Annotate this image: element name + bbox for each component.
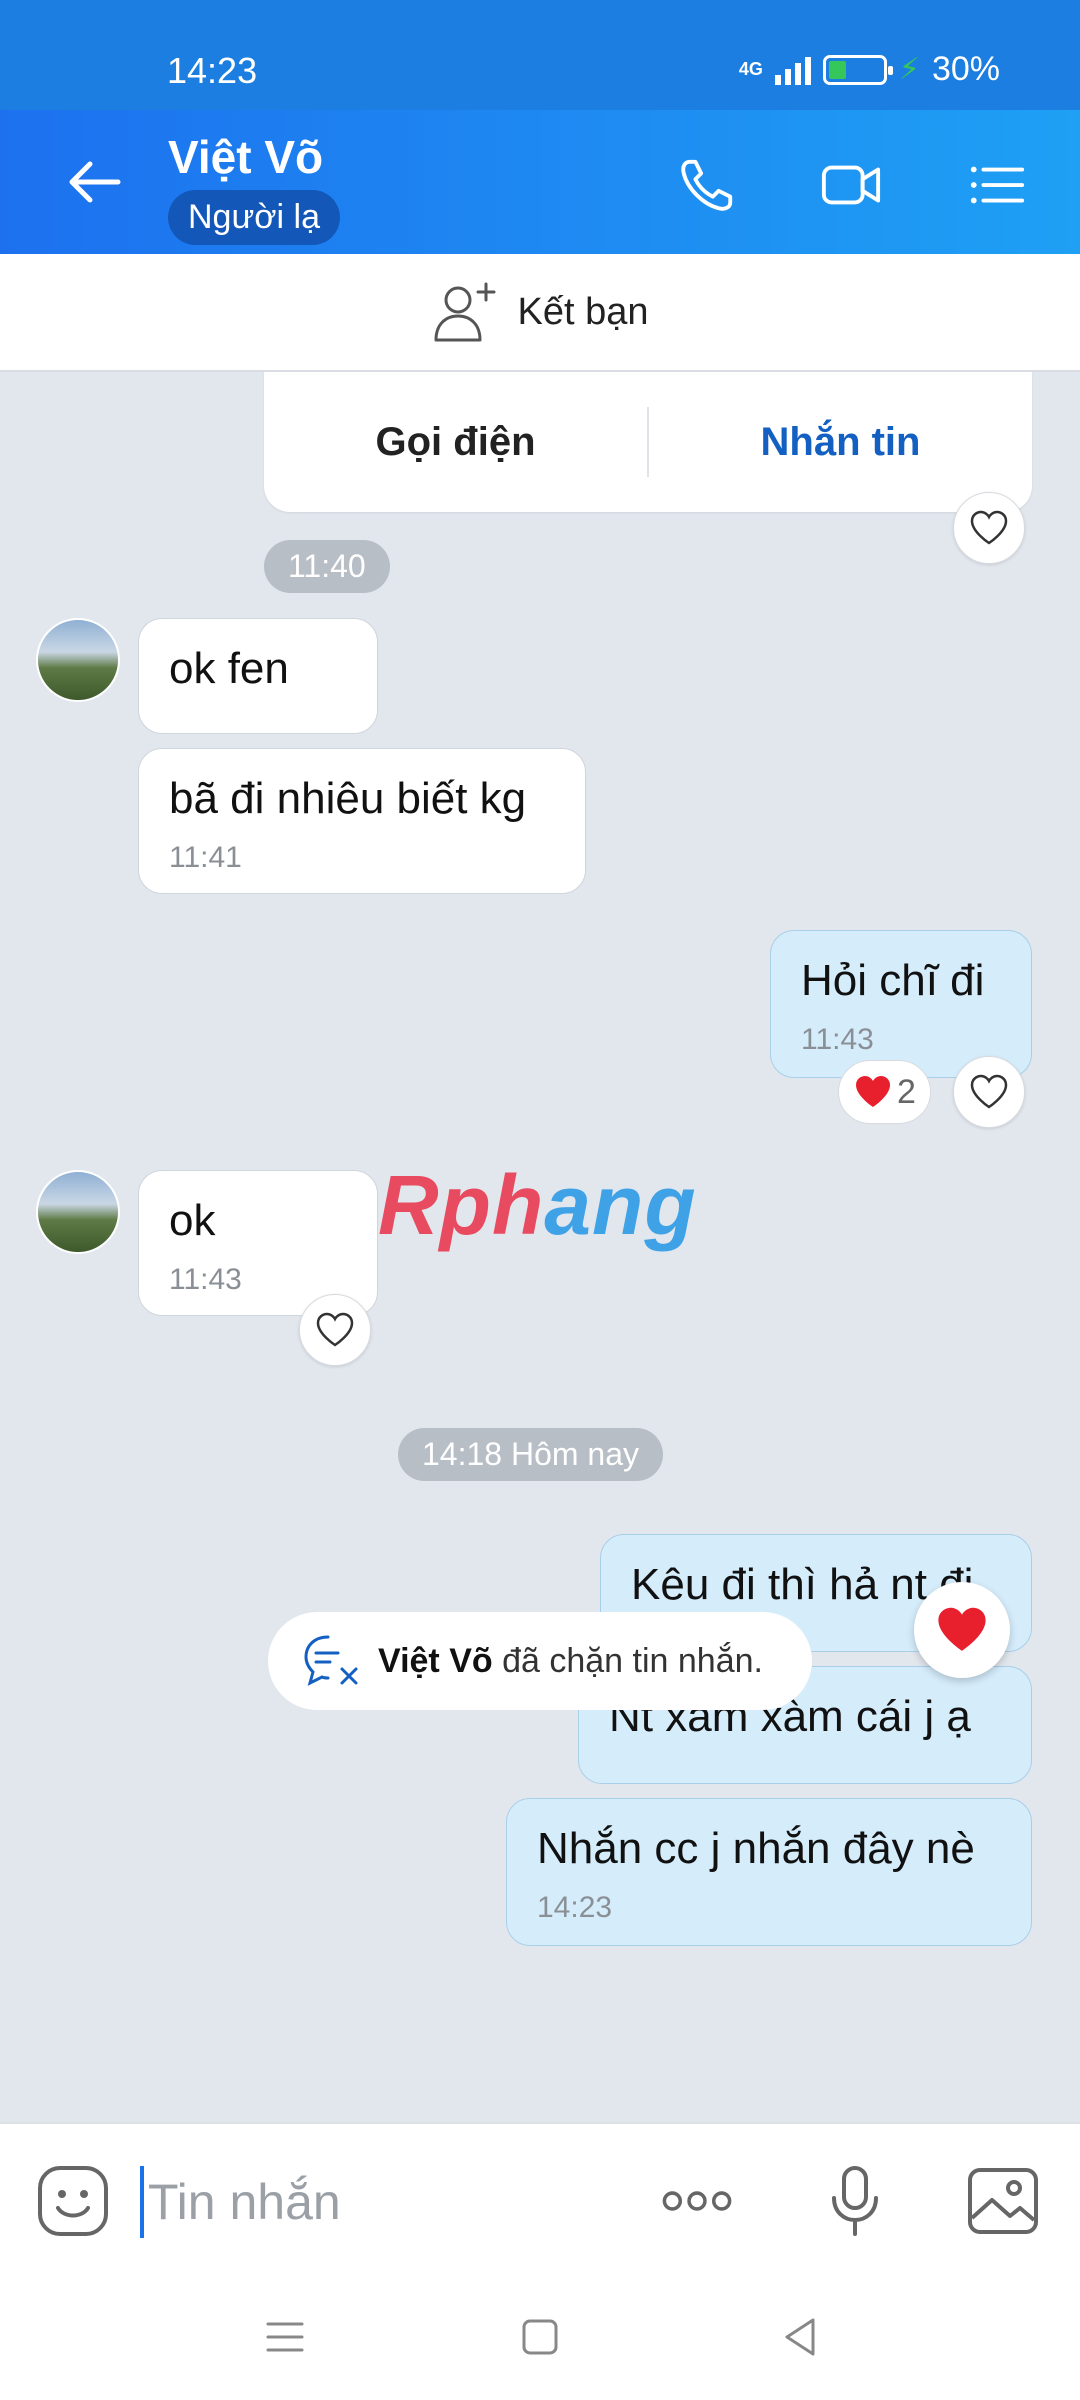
watermark: Rphang — [378, 1157, 697, 1254]
add-friend-icon — [434, 282, 495, 342]
blocked-message: đã chặn tin nhắn. — [492, 1641, 763, 1680]
home-icon[interactable] — [515, 2312, 565, 2362]
status-time: 14:23 — [167, 50, 258, 91]
message-text: bã đi nhiêu biết kg — [169, 774, 527, 823]
react-heart-button[interactable] — [953, 1056, 1025, 1128]
phone-icon[interactable] — [676, 154, 738, 216]
chat-area[interactable]: Gọi điện Nhắn tin 11:40 ok fen bã đi nhi… — [0, 372, 1080, 2122]
contact-name[interactable]: Việt Võ — [168, 130, 323, 184]
composer-bar — [0, 2122, 1080, 2274]
react-heart-button[interactable] — [299, 1294, 371, 1366]
blocked-name: Việt Võ — [378, 1641, 493, 1680]
status-bar: 14:23 4G ⚡ 30% — [0, 0, 1080, 110]
quick-heart-button[interactable] — [914, 1582, 1010, 1678]
status-indicators: 4G ⚡ 30% — [739, 50, 1000, 89]
watermark-right: ang — [544, 1158, 697, 1252]
message-button[interactable]: Nhắn tin — [649, 420, 1032, 465]
charging-icon: ⚡ — [898, 53, 920, 86]
message-input[interactable] — [140, 2166, 620, 2238]
reaction-count: 2 — [897, 1072, 916, 1111]
chat-header: Việt Võ Người lạ — [0, 110, 1080, 254]
microphone-icon[interactable] — [818, 2164, 892, 2238]
message-time: 14:23 — [537, 1890, 613, 1924]
watermark-left: Rph — [378, 1158, 545, 1252]
message-time: 11:43 — [801, 1022, 874, 1056]
message-text: ok — [169, 1196, 216, 1245]
network-label: 4G — [738, 59, 763, 79]
recent-apps-icon[interactable] — [260, 2312, 310, 2362]
heart-icon — [316, 1312, 354, 1347]
heart-icon — [856, 1076, 890, 1107]
message-time: 11:41 — [169, 840, 242, 874]
time-divider: 14:18 Hôm nay — [398, 1428, 664, 1481]
menu-icon[interactable] — [966, 154, 1028, 216]
battery-icon — [822, 54, 893, 85]
call-card: Gọi điện Nhắn tin — [264, 372, 1032, 512]
emoji-icon[interactable] — [36, 2164, 110, 2238]
message-text: ok fen — [169, 644, 289, 693]
react-heart-button[interactable] — [953, 492, 1025, 564]
time-divider: 11:40 — [264, 540, 390, 593]
blocked-text: Việt Võ đã chặn tin nhắn. — [378, 1642, 763, 1681]
more-icon[interactable] — [660, 2164, 734, 2238]
heart-icon — [938, 1607, 986, 1651]
blocked-notice: Việt Võ đã chặn tin nhắn. — [268, 1612, 812, 1710]
battery-percent: 30% — [931, 50, 1000, 88]
video-call-icon[interactable] — [820, 154, 882, 216]
message-text: Hỏi chĩ đi — [801, 956, 985, 1005]
add-friend-button[interactable]: Kết bạn — [0, 254, 1080, 372]
message-bubble[interactable]: ok fen — [138, 618, 378, 734]
back-arrow-icon[interactable] — [62, 150, 126, 214]
battery-fill — [828, 60, 847, 79]
stranger-badge: Người lạ — [168, 190, 340, 245]
message-text: Nhắn cc j nhắn đây nè — [537, 1824, 975, 1873]
call-button[interactable]: Gọi điện — [264, 420, 647, 465]
blocked-message-icon — [304, 1635, 358, 1686]
image-icon[interactable] — [966, 2164, 1040, 2238]
heart-icon — [970, 510, 1008, 545]
back-icon[interactable] — [775, 2312, 825, 2362]
message-time: 11:43 — [169, 1262, 242, 1296]
message-bubble[interactable]: Nhắn cc j nhắn đây nè 14:23 — [506, 1798, 1032, 1946]
avatar[interactable] — [36, 1170, 120, 1254]
reaction-summary[interactable]: 2 — [838, 1060, 931, 1124]
signal-icon — [774, 55, 811, 85]
avatar[interactable] — [36, 618, 120, 702]
system-nav-bar — [0, 2274, 1080, 2400]
heart-icon — [970, 1074, 1008, 1109]
add-friend-label: Kết bạn — [517, 290, 649, 333]
message-bubble[interactable]: bã đi nhiêu biết kg 11:41 — [138, 748, 586, 894]
